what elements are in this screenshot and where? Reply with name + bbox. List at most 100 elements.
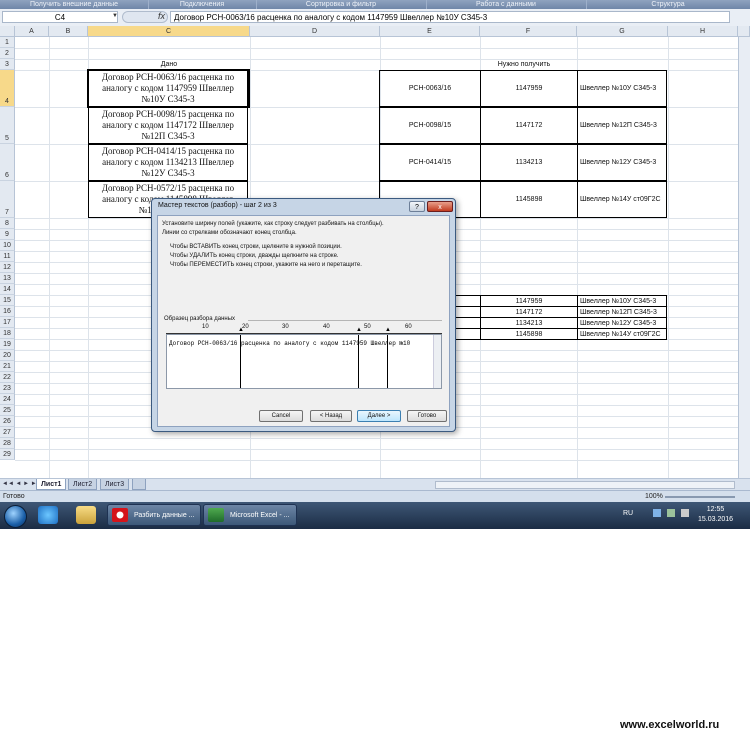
break-arrow-icon[interactable]: ▲ — [385, 327, 391, 333]
vertical-scrollbar[interactable] — [738, 37, 750, 478]
column-break-line[interactable] — [387, 335, 388, 388]
clock[interactable]: 12:55 15.03.2016 — [698, 505, 733, 525]
column-header-f[interactable]: F — [480, 26, 577, 37]
close-icon[interactable]: x — [427, 201, 453, 212]
start-button[interactable] — [4, 505, 27, 528]
column-header-a[interactable]: A — [15, 26, 49, 37]
row-header[interactable]: 7 — [0, 181, 15, 218]
row-header[interactable]: 24 — [0, 394, 15, 405]
clock-date: 15.03.2016 — [698, 516, 734, 523]
given-cell-c6[interactable]: Договор РСН-0414/15 расценка по аналогу … — [88, 144, 248, 181]
row-header[interactable]: 12 — [0, 262, 15, 273]
column-header-h[interactable]: H — [668, 26, 738, 37]
preview-scrollbar[interactable] — [433, 335, 441, 388]
row-header[interactable]: 4 — [0, 70, 15, 107]
row-header[interactable]: 13 — [0, 273, 15, 284]
back-button[interactable]: < Назад — [310, 410, 352, 422]
lower-cell-g17[interactable]: Швеллер №14У ст09Г2С — [577, 328, 667, 340]
row-header[interactable]: 23 — [0, 383, 15, 394]
horizontal-scrollbar[interactable] — [435, 481, 735, 489]
given-cell-c5[interactable]: Договор РСН-0098/15 расценка по аналогу … — [88, 107, 248, 144]
column-header-e[interactable]: E — [380, 26, 480, 37]
ribbon-group-data-tools[interactable]: Работа с данными — [426, 0, 587, 9]
row-header[interactable]: 26 — [0, 416, 15, 427]
row-header[interactable]: 14 — [0, 284, 15, 295]
row-header[interactable]: 17 — [0, 317, 15, 328]
row-header[interactable]: 9 — [0, 229, 15, 240]
column-ruler[interactable]: 10 20 30 40 50 60 ▲ ▲ ▲ — [166, 324, 442, 334]
insert-sheet-icon[interactable] — [132, 479, 146, 490]
ribbon-group-sort-filter[interactable]: Сортировка и фильтр — [256, 0, 427, 9]
result-cell-f6[interactable]: 1134213 — [480, 144, 578, 181]
result-cell-f7[interactable]: 1145898 — [480, 181, 578, 218]
tab-sheet3[interactable]: Лист3 — [100, 479, 130, 490]
file-explorer-icon[interactable] — [76, 506, 96, 524]
select-all-corner[interactable] — [0, 26, 15, 37]
finish-button[interactable]: Готово — [407, 410, 447, 422]
row-header[interactable]: 3 — [0, 59, 15, 70]
header-need[interactable]: Нужно получить — [380, 59, 668, 70]
function-icon[interactable]: fx — [158, 11, 165, 21]
column-break-line[interactable] — [240, 335, 241, 388]
result-cell-g7[interactable]: Швеллер №14У ст09Г2С — [577, 181, 667, 218]
result-cell-e6[interactable]: РСН-0414/15 — [379, 144, 481, 181]
row-header[interactable]: 22 — [0, 372, 15, 383]
row-header[interactable]: 5 — [0, 107, 15, 144]
row-header[interactable]: 15 — [0, 295, 15, 306]
result-cell-e4[interactable]: РСН-0063/16 — [379, 70, 481, 107]
cancel-button[interactable]: Cancel — [259, 410, 303, 422]
tray-flag-icon[interactable] — [653, 509, 661, 517]
row-header[interactable]: 10 — [0, 240, 15, 251]
formula-bar: C4 ▼ fx Договор РСН-0063/16 расценка по … — [0, 9, 750, 27]
row-header[interactable]: 28 — [0, 438, 15, 449]
tab-sheet1[interactable]: Лист1 — [36, 479, 67, 490]
data-preview[interactable]: Договор РСН-0063/16 расценка по аналогу … — [166, 334, 442, 389]
row-header[interactable]: 18 — [0, 328, 15, 339]
column-header-b[interactable]: B — [49, 26, 88, 37]
internet-explorer-icon[interactable] — [38, 506, 58, 524]
row-header[interactable]: 20 — [0, 350, 15, 361]
taskbar-task-excel[interactable]: Microsoft Excel - ... — [203, 504, 297, 526]
language-indicator[interactable]: RU — [623, 510, 633, 517]
row-header[interactable]: 1 — [0, 37, 15, 48]
result-cell-g4[interactable]: Швеллер №10У С345-3 — [577, 70, 667, 107]
ribbon-group-connections[interactable]: Подключения — [148, 0, 257, 9]
result-cell-f4[interactable]: 1147959 — [480, 70, 578, 107]
break-arrow-icon[interactable]: ▲ — [238, 327, 244, 333]
taskbar-task-label: Разбить данные ... — [134, 512, 195, 519]
formula-input[interactable]: Договор РСН-0063/16 расценка по аналогу … — [170, 11, 730, 23]
tab-sheet2[interactable]: Лист2 — [68, 479, 98, 490]
column-header-d[interactable]: D — [250, 26, 380, 37]
chevron-down-icon[interactable]: ▼ — [112, 13, 118, 19]
gridline — [668, 37, 669, 478]
result-cell-e5[interactable]: РСН-0098/15 — [379, 107, 481, 144]
network-icon[interactable] — [667, 509, 675, 517]
next-button[interactable]: Далее > — [357, 410, 401, 422]
row-header[interactable]: 6 — [0, 144, 15, 181]
lower-cell-f17[interactable]: 1145898 — [480, 328, 578, 340]
column-header-g[interactable]: G — [577, 26, 668, 37]
result-cell-g5[interactable]: Швеллер №12П С345-3 — [577, 107, 667, 144]
scroll-split-box[interactable] — [738, 26, 750, 37]
volume-icon[interactable] — [681, 509, 689, 517]
result-cell-f5[interactable]: 1147172 — [480, 107, 578, 144]
taskbar-task-browser[interactable]: Разбить данные ... — [107, 504, 201, 526]
zoom-slider[interactable] — [665, 496, 735, 498]
row-header[interactable]: 8 — [0, 218, 15, 229]
row-header[interactable]: 27 — [0, 427, 15, 438]
help-icon[interactable]: ? — [409, 201, 425, 212]
row-header[interactable]: 19 — [0, 339, 15, 350]
ribbon-group-external-data[interactable]: Получить внешние данные — [0, 0, 149, 9]
row-header[interactable]: 29 — [0, 449, 15, 460]
result-cell-g6[interactable]: Швеллер №12У С345-3 — [577, 144, 667, 181]
row-header[interactable]: 21 — [0, 361, 15, 372]
column-break-line[interactable] — [358, 335, 359, 388]
ribbon-group-outline[interactable]: Структура — [586, 0, 750, 9]
row-header[interactable]: 25 — [0, 405, 15, 416]
row-header[interactable]: 16 — [0, 306, 15, 317]
column-header-c[interactable]: C — [88, 26, 250, 37]
row-header[interactable]: 2 — [0, 48, 15, 59]
row-header[interactable]: 11 — [0, 251, 15, 262]
break-arrow-icon[interactable]: ▲ — [356, 327, 362, 333]
name-box[interactable]: C4 — [2, 11, 118, 23]
